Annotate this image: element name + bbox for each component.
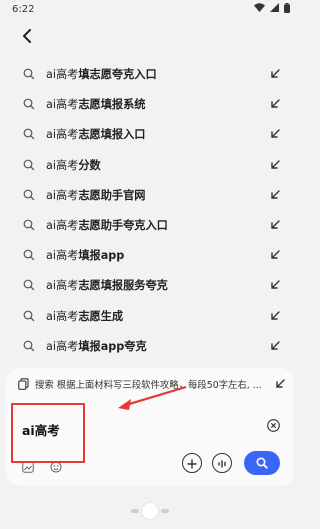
fill-query-arrow-icon[interactable] (268, 158, 282, 172)
sound-wave-icon (217, 454, 227, 473)
search-icon (256, 454, 268, 473)
suggestion-prefix: ai高考 (46, 219, 79, 233)
suggestion-suffix: 志愿助手夸克入口 (78, 219, 168, 233)
home-indicator (131, 503, 169, 519)
suggestion-suffix: 志愿生成 (78, 309, 124, 323)
fill-query-arrow-icon[interactable] (268, 67, 282, 81)
status-time: 6:22 (12, 3, 35, 15)
fill-query-arrow-icon[interactable] (268, 339, 282, 353)
fill-query-arrow-icon[interactable] (268, 248, 282, 262)
suggestion-suffix: 志愿填报系统 (78, 98, 146, 112)
chip-close-icon[interactable] (274, 378, 286, 390)
search-icon (22, 158, 36, 172)
suggestion-item[interactable]: ai高考志愿填报系统 (0, 89, 300, 119)
search-icon (22, 218, 36, 232)
search-button[interactable] (244, 451, 280, 475)
search-icon (22, 188, 36, 202)
back-button[interactable] (16, 26, 38, 48)
suggestion-suffix: 填报app夸克 (78, 339, 147, 353)
search-icon (22, 339, 36, 353)
suggestion-prefix: ai高考 (46, 98, 79, 112)
suggestion-suffix: 志愿助手官网 (78, 188, 146, 202)
suggestion-text: ai高考志愿填报入口 (46, 126, 268, 142)
suggestion-text: ai高考分数 (46, 157, 268, 173)
nav-bar (0, 22, 300, 50)
search-icon (22, 127, 36, 141)
suggestion-item[interactable]: ai高考填报app夸克 (0, 331, 300, 361)
search-icon (22, 278, 36, 292)
search-icon (22, 67, 36, 81)
annotation-highlight-box (11, 403, 85, 463)
suggestion-text: ai高考填报app夸克 (46, 338, 268, 354)
suggestion-text: ai高考志愿生成 (46, 308, 268, 324)
suggestion-prefix: ai高考 (46, 249, 79, 263)
wifi-icon (254, 3, 265, 15)
suggestion-text: ai高考志愿填报系统 (46, 96, 268, 112)
suggestion-list: ai高考填志愿夸克入口 ai高考志愿填报系统 ai高考志愿填报入口 ai高考分数 ai高… (0, 59, 300, 361)
suggestion-text: ai高考志愿填报服务夸克 (46, 277, 268, 293)
status-icons (254, 2, 290, 16)
suggestion-suffix: 填志愿夸克入口 (78, 68, 157, 82)
tool-right-group (182, 451, 280, 475)
fill-query-arrow-icon[interactable] (268, 218, 282, 232)
back-arrow-icon (22, 28, 32, 47)
suggestion-item[interactable]: ai高考志愿生成 (0, 301, 300, 331)
battery-icon (284, 2, 290, 16)
fill-query-arrow-icon[interactable] (268, 97, 282, 111)
fill-query-arrow-icon[interactable] (268, 127, 282, 141)
suggestion-prefix: ai高考 (46, 128, 79, 142)
add-button[interactable] (182, 453, 202, 473)
suggestion-item[interactable]: ai高考志愿填报服务夸克 (0, 270, 300, 300)
suggestion-suffix: 填报app (78, 249, 125, 263)
voice-button[interactable] (212, 453, 232, 473)
suggestion-text: ai高考填志愿夸克入口 (46, 66, 268, 82)
suggestion-item[interactable]: ai高考志愿助手夸克入口 (0, 210, 300, 240)
suggestion-prefix: ai高考 (46, 68, 79, 82)
suggestion-prefix: ai高考 (46, 279, 79, 293)
fill-query-arrow-icon[interactable] (268, 278, 282, 292)
fill-query-arrow-icon[interactable] (268, 188, 282, 202)
home-button[interactable] (142, 503, 158, 519)
suggestion-suffix: 分数 (78, 158, 101, 172)
suggestion-suffix: 志愿填报服务夸克 (78, 279, 168, 293)
ai-prompt-chip[interactable]: 搜索 根据上面材料写三段软件攻略，每段50字左右, ... (18, 375, 286, 393)
suggestion-item[interactable]: ai高考填报app (0, 240, 300, 270)
clear-button[interactable] (266, 417, 280, 436)
suggestion-item[interactable]: ai高考分数 (0, 150, 300, 180)
suggestion-text: ai高考志愿助手官网 (46, 187, 268, 203)
suggestion-text: ai高考填报app (46, 247, 268, 263)
plus-icon (187, 454, 197, 473)
suggestion-item[interactable]: ai高考志愿填报入口 (0, 119, 300, 149)
suggestion-prefix: ai高考 (46, 339, 79, 353)
suggestion-prefix: ai高考 (46, 309, 79, 323)
search-icon (22, 97, 36, 111)
ai-prompt-text: 搜索 根据上面材料写三段软件攻略，每段50字左右, ... (35, 380, 262, 391)
suggestion-item[interactable]: ai高考填志愿夸克入口 (0, 59, 300, 89)
home-indicator-right (161, 509, 169, 513)
suggestion-text: ai高考志愿助手夸克入口 (46, 217, 268, 233)
suggestion-prefix: ai高考 (46, 158, 79, 172)
fill-query-arrow-icon[interactable] (268, 309, 282, 323)
suggestion-suffix: 志愿填报入口 (78, 128, 146, 142)
search-icon (22, 248, 36, 262)
search-icon (22, 309, 36, 323)
suggestion-item[interactable]: ai高考志愿助手官网 (0, 180, 300, 210)
clear-icon (266, 417, 280, 436)
copy-icon (18, 378, 30, 390)
home-indicator-left (131, 509, 139, 513)
suggestion-prefix: ai高考 (46, 188, 79, 202)
signal-icon (270, 3, 279, 15)
status-bar: 6:22 (0, 0, 300, 18)
